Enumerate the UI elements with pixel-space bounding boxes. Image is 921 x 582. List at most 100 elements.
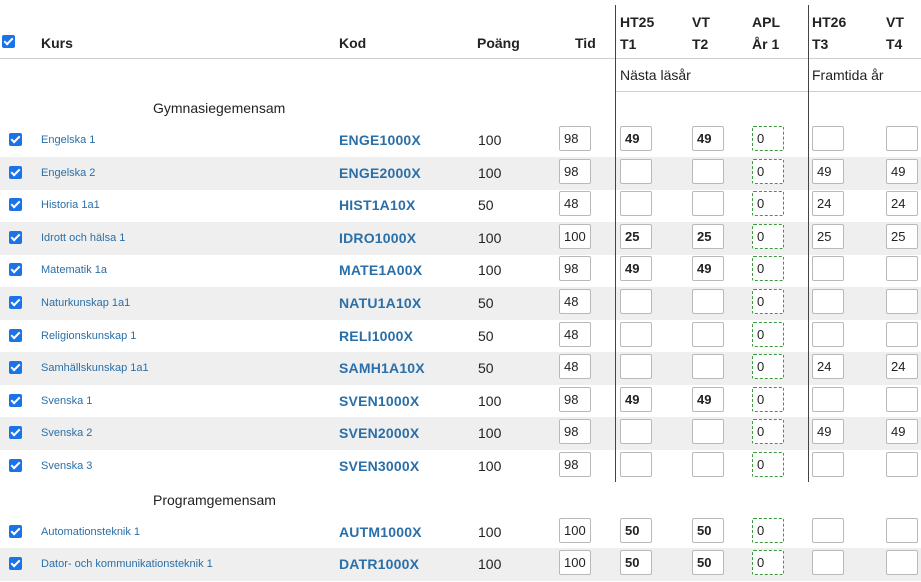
course-name-link[interactable]: Svenska 2 — [41, 427, 92, 439]
course-name-link[interactable]: Dator- och kommunikationsteknik 1 — [41, 558, 213, 570]
course-code-link[interactable]: ENGE2000X — [339, 165, 421, 181]
apl-input[interactable]: 0 — [752, 289, 784, 314]
t2-input[interactable]: 50 — [692, 517, 724, 543]
t3-input[interactable]: 24 — [812, 191, 844, 217]
t4-input[interactable]: 24 — [886, 191, 918, 217]
apl-input[interactable]: 0 — [752, 452, 784, 477]
t3-input[interactable]: 24 — [812, 354, 844, 380]
t4-input[interactable] — [886, 550, 918, 576]
apl-input[interactable]: 0 — [752, 517, 784, 543]
t4-input[interactable] — [886, 386, 918, 412]
t2-input[interactable]: 49 — [692, 256, 724, 282]
course-code-link[interactable]: RELI1000X — [339, 328, 413, 344]
t4-input[interactable] — [886, 256, 918, 282]
row-checkbox[interactable] — [9, 165, 22, 179]
course-code-link[interactable]: IDRO1000X — [339, 230, 416, 246]
course-name-link[interactable]: Idrott och hälsa 1 — [41, 232, 125, 244]
tid-input[interactable]: 48 — [559, 289, 591, 314]
course-code-link[interactable]: SVEN2000X — [339, 425, 419, 441]
row-checkbox[interactable] — [9, 557, 22, 571]
tid-input[interactable]: 48 — [559, 321, 591, 347]
t3-input[interactable] — [812, 550, 844, 576]
t1-input[interactable] — [620, 321, 652, 347]
apl-input[interactable]: 0 — [752, 386, 784, 412]
t3-input[interactable] — [812, 452, 844, 477]
course-name-link[interactable]: Svenska 1 — [41, 395, 92, 407]
t1-input[interactable] — [620, 289, 652, 314]
course-code-link[interactable]: SAMH1A10X — [339, 360, 425, 376]
row-checkbox[interactable] — [9, 393, 22, 407]
t4-input[interactable]: 24 — [886, 354, 918, 380]
tid-input[interactable]: 48 — [559, 191, 591, 217]
col-header-kod[interactable]: Kod — [339, 35, 366, 51]
row-checkbox[interactable] — [9, 459, 22, 472]
row-checkbox[interactable] — [9, 198, 22, 212]
course-name-link[interactable]: Samhällskunskap 1a1 — [41, 362, 149, 374]
row-checkbox[interactable] — [9, 296, 22, 309]
apl-input[interactable]: 0 — [752, 419, 784, 445]
course-code-link[interactable]: DATR1000X — [339, 556, 419, 572]
t4-input[interactable] — [886, 452, 918, 477]
course-name-link[interactable]: Automationsteknik 1 — [41, 526, 140, 538]
t1-input[interactable] — [620, 452, 652, 477]
tid-input[interactable]: 100 — [559, 550, 591, 576]
course-code-link[interactable]: HIST1A10X — [339, 197, 416, 213]
t1-input[interactable]: 49 — [620, 256, 652, 282]
tid-input[interactable]: 98 — [559, 419, 591, 445]
t2-input[interactable]: 49 — [692, 126, 724, 151]
col-header-tid[interactable]: Tid — [575, 35, 596, 51]
apl-input[interactable]: 0 — [752, 158, 784, 184]
row-checkbox[interactable] — [9, 524, 22, 538]
t4-input[interactable] — [886, 517, 918, 543]
t3-input[interactable] — [812, 289, 844, 314]
t3-input[interactable] — [812, 321, 844, 347]
tid-input[interactable]: 100 — [559, 223, 591, 249]
tid-input[interactable]: 98 — [559, 386, 591, 412]
t1-input[interactable]: 49 — [620, 386, 652, 412]
apl-input[interactable]: 0 — [752, 191, 784, 217]
t4-input[interactable]: 25 — [886, 223, 918, 249]
apl-input[interactable]: 0 — [752, 256, 784, 282]
tid-input[interactable]: 98 — [559, 126, 591, 151]
course-name-link[interactable]: Naturkunskap 1a1 — [41, 297, 130, 309]
course-code-link[interactable]: SVEN3000X — [339, 458, 419, 474]
t1-input[interactable]: 25 — [620, 223, 652, 249]
t2-input[interactable] — [692, 191, 724, 217]
t4-input[interactable] — [886, 126, 918, 151]
t1-input[interactable] — [620, 354, 652, 380]
course-name-link[interactable]: Svenska 3 — [41, 460, 92, 472]
row-checkbox[interactable] — [9, 361, 22, 375]
t3-input[interactable] — [812, 386, 844, 412]
t2-input[interactable] — [692, 452, 724, 477]
t4-input[interactable] — [886, 321, 918, 347]
t1-input[interactable] — [620, 419, 652, 445]
t3-input[interactable] — [812, 126, 844, 151]
course-name-link[interactable]: Engelska 1 — [41, 134, 95, 146]
t4-input[interactable] — [886, 289, 918, 314]
t2-input[interactable] — [692, 289, 724, 314]
apl-input[interactable]: 0 — [752, 321, 784, 347]
t2-input[interactable] — [692, 158, 724, 184]
course-name-link[interactable]: Historia 1a1 — [41, 199, 100, 211]
course-code-link[interactable]: MATE1A00X — [339, 262, 422, 278]
col-header-kurs[interactable]: Kurs — [41, 35, 73, 51]
apl-input[interactable]: 0 — [752, 354, 784, 380]
t2-input[interactable] — [692, 321, 724, 347]
course-code-link[interactable]: AUTM1000X — [339, 524, 422, 540]
t3-input[interactable]: 49 — [812, 419, 844, 445]
apl-input[interactable]: 0 — [752, 550, 784, 576]
course-name-link[interactable]: Matematik 1a — [41, 264, 107, 276]
tid-input[interactable]: 100 — [559, 517, 591, 543]
tid-input[interactable]: 98 — [559, 158, 591, 184]
t2-input[interactable]: 50 — [692, 550, 724, 576]
course-code-link[interactable]: ENGE1000X — [339, 132, 421, 148]
tid-input[interactable]: 98 — [559, 452, 591, 477]
col-header-poang[interactable]: Poäng — [477, 35, 520, 51]
row-checkbox[interactable] — [9, 328, 22, 342]
t2-input[interactable] — [692, 354, 724, 380]
tid-input[interactable]: 98 — [559, 256, 591, 282]
course-name-link[interactable]: Engelska 2 — [41, 167, 95, 179]
select-all-checkbox[interactable] — [2, 35, 15, 48]
row-checkbox[interactable] — [9, 230, 22, 244]
course-code-link[interactable]: SVEN1000X — [339, 393, 419, 409]
